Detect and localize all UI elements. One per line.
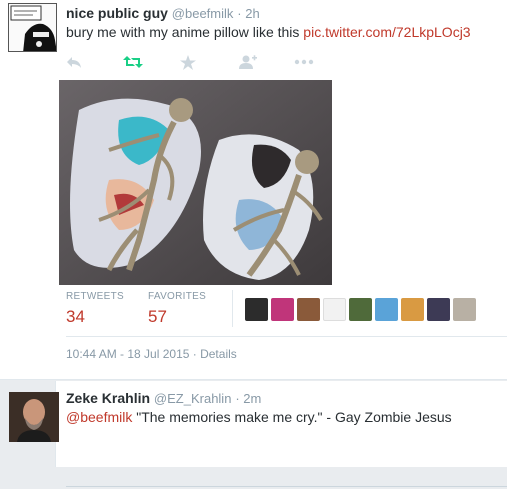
tweet-text: bury me with my anime pillow like this p… [66,24,471,40]
reply-text: @beefmilk "The memories make me cry." - … [66,409,452,425]
reply-mention[interactable]: @beefmilk [66,409,132,425]
tweet-stats: RETWEETS 34 FAVORITES 57 [66,291,230,327]
avatar[interactable] [323,298,346,321]
reply-button[interactable] [66,53,123,71]
avatar[interactable] [401,298,424,321]
tweet-body: bury me with my anime pillow like this [66,24,304,40]
reply-author-name[interactable]: Zeke Krahlin [66,390,150,406]
favorites-count: 57 [148,307,167,326]
avatar[interactable] [453,298,476,321]
favorites-label: FAVORITES [148,291,207,302]
avatar[interactable] [271,298,294,321]
more-icon [294,59,314,65]
favorites-stat[interactable]: FAVORITES 57 [148,291,230,327]
details-link[interactable]: · Details [193,347,237,361]
tweet-timestamp: 10:44 AM - 18 Jul 2015 · Details [66,347,237,361]
reply-icon [67,57,81,68]
avatar[interactable] [427,298,450,321]
tweet-time[interactable]: · 2h [237,6,259,21]
tweet-actions [66,52,351,72]
tweet-photo[interactable] [59,80,332,285]
avatar[interactable] [9,392,59,442]
avatar[interactable] [297,298,320,321]
reply-author-handle[interactable]: @EZ_Krahlin [154,391,232,406]
favorite-button[interactable] [180,53,237,71]
retweets-label: RETWEETS [66,291,124,302]
avatar[interactable] [8,3,57,52]
stats-divider [232,290,233,327]
timestamp-text[interactable]: 10:44 AM - 18 Jul 2015 [66,347,189,361]
avatar[interactable] [245,298,268,321]
retweet-icon [123,56,143,68]
favoriters-avatars [245,298,476,321]
author-name[interactable]: nice public guy [66,5,168,21]
reply-header: Zeke Krahlin @EZ_Krahlin · 2m [66,390,261,406]
retweets-stat[interactable]: RETWEETS 34 [66,291,148,327]
follow-icon [239,55,257,69]
reply-time[interactable]: · 2m [235,391,261,406]
retweets-count: 34 [66,307,85,326]
avatar[interactable] [349,298,372,321]
retweet-button[interactable] [123,53,180,71]
reply-body: "The memories make me cry." - Gay Zombie… [132,409,452,425]
tweet-link[interactable]: pic.twitter.com/72LkpLOcj3 [303,24,470,40]
tweet-card: nice public guy @beefmilk · 2h bury me w… [0,0,507,380]
more-button[interactable] [294,53,351,71]
avatar[interactable] [375,298,398,321]
tweet-header: nice public guy @beefmilk · 2h [66,5,260,21]
divider [66,336,507,337]
follow-button[interactable] [237,53,294,71]
author-handle[interactable]: @beefmilk [172,6,234,21]
favorite-icon [180,54,196,70]
divider [66,486,507,487]
